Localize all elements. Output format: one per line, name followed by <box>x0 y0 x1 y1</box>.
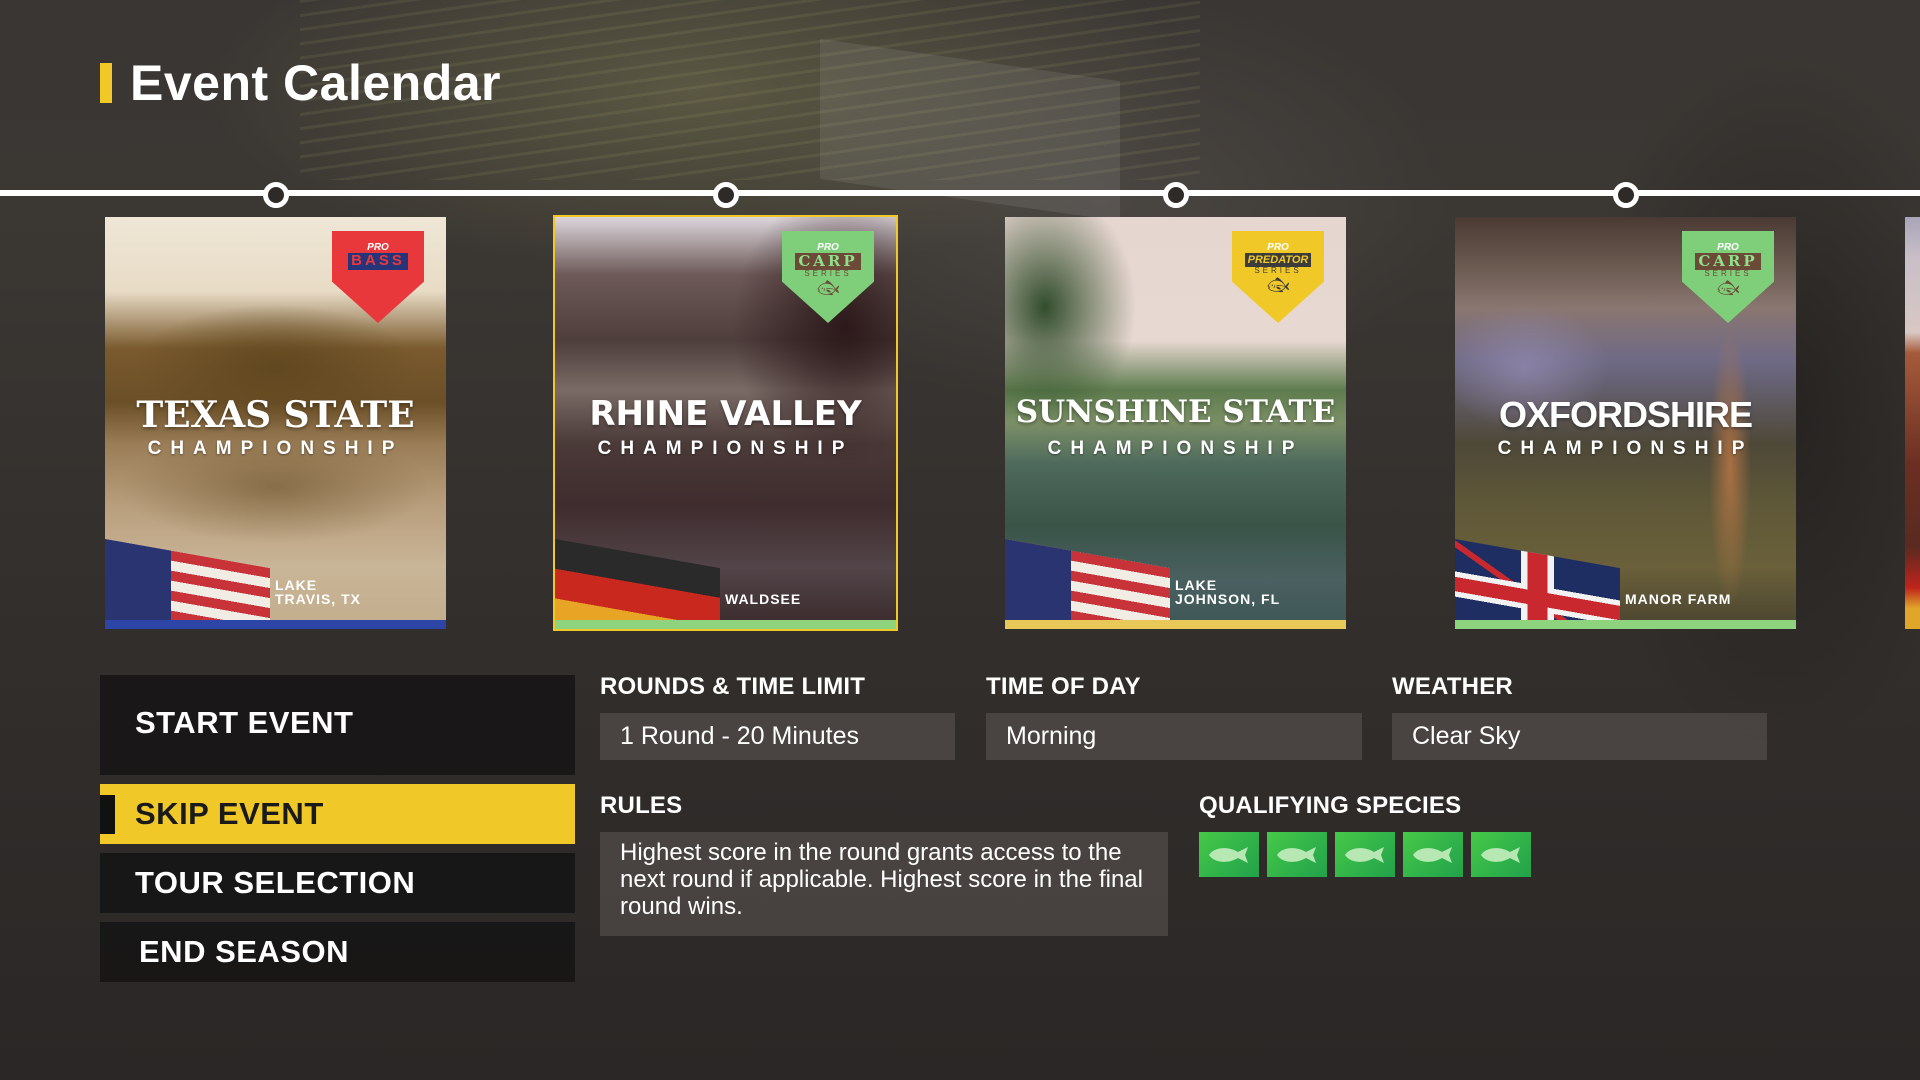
species-tile <box>1267 832 1327 877</box>
page-header: Event Calendar <box>100 58 501 108</box>
weather-label: WEATHER <box>1392 673 1513 700</box>
card-subtitle: CHAMPIONSHIP <box>147 438 404 459</box>
event-card-sunshine-state[interactable]: PRO PREDATOR SERIES 🐟︎ SUNSHINE STATE CH… <box>1005 217 1346 629</box>
time-of-day-value-text: Morning <box>1006 722 1097 750</box>
time-of-day-value: Morning <box>986 713 1362 760</box>
rules-label: RULES <box>600 792 683 819</box>
card-location: LAKE TRAVIS, TX <box>275 576 361 608</box>
event-card-rhine-valley[interactable]: PRO CARP SERIES 🐟︎ RHINE VALLEY CHAMPION… <box>553 215 898 631</box>
timeline-node[interactable] <box>1613 182 1639 208</box>
species-tile <box>1471 832 1531 877</box>
card-title: SUNSHINE STATE <box>1015 394 1336 430</box>
fish-icon <box>1481 846 1520 863</box>
title-accent-bar <box>100 63 112 103</box>
rounds-value: 1 Round - 20 Minutes <box>600 713 955 760</box>
selection-indicator <box>100 795 115 834</box>
logo-series-name: BASS <box>348 252 408 270</box>
start-event-button[interactable]: START EVENT <box>100 675 575 775</box>
timeline-node[interactable] <box>1163 182 1189 208</box>
time-of-day-label: TIME OF DAY <box>986 673 1141 700</box>
logo-series-text: SERIES <box>1254 266 1302 276</box>
logo-series-text: SERIES <box>804 268 852 278</box>
carp-fish-icon: 🐟︎ <box>816 277 840 298</box>
weather-value: Clear Sky <box>1392 713 1767 760</box>
logo-series-name: PREDATOR <box>1244 253 1312 268</box>
predator-fish-icon: 🐟︎ <box>1266 275 1290 296</box>
card-title: OXFORDSHIRE <box>1498 394 1753 435</box>
card-accent-strip <box>1455 620 1796 629</box>
card-subtitle: CHAMPIONSHIP <box>597 438 854 459</box>
timeline-node[interactable] <box>263 182 289 208</box>
skip-event-button[interactable]: SKIP EVENT <box>100 784 575 844</box>
fish-icon <box>1277 846 1316 863</box>
end-season-button[interactable]: END SEASON <box>100 922 575 982</box>
logo-series-name: CARP <box>1695 253 1761 270</box>
card-title: RHINE VALLEY <box>589 394 862 434</box>
event-card-oxfordshire[interactable]: PRO CARP SERIES 🐟︎ OXFORDSHIRE CHAMPIONS… <box>1455 217 1796 629</box>
species-tile <box>1199 832 1259 877</box>
card-location: WALDSEE <box>725 591 802 608</box>
species-tile <box>1335 832 1395 877</box>
start-event-label: START EVENT <box>135 705 354 740</box>
logo-series-text: SERIES <box>1704 268 1752 278</box>
page-title: Event Calendar <box>130 55 502 111</box>
fish-icon <box>1209 846 1248 863</box>
card-location: MANOR FARM <box>1625 591 1732 608</box>
rules-text: Highest score in the round grants access… <box>600 832 1168 936</box>
fish-icon <box>1345 846 1384 863</box>
skip-event-label: SKIP EVENT <box>135 796 324 831</box>
carp-fish-icon: 🐟︎ <box>1716 277 1740 298</box>
tour-selection-button[interactable]: TOUR SELECTION <box>100 853 575 913</box>
card-accent-strip <box>555 620 896 629</box>
card-subtitle: CHAMPIONSHIP <box>1047 438 1304 459</box>
species-tile <box>1403 832 1463 877</box>
weather-value-text: Clear Sky <box>1412 722 1521 750</box>
card-subtitle: CHAMPIONSHIP <box>1497 438 1754 459</box>
logo-pro-text: PRO <box>1267 242 1289 253</box>
card-accent-strip <box>1005 620 1346 629</box>
timeline-node[interactable] <box>713 182 739 208</box>
card-accent-strip <box>105 620 446 629</box>
qualifying-species-list <box>1199 832 1531 877</box>
event-card-texas-state[interactable]: PRO BASS SERIES 🐟︎ TEXAS STATE CHAMPIONS… <box>105 217 446 629</box>
qualifying-species-label: QUALIFYING SPECIES <box>1199 792 1462 819</box>
logo-series-text: SERIES <box>354 268 402 278</box>
rounds-label: ROUNDS & TIME LIMIT <box>600 673 866 700</box>
card-location: LAKE JOHNSON, FL <box>1175 576 1281 608</box>
fish-icon <box>1413 846 1452 863</box>
event-card-partial[interactable] <box>1905 217 1920 629</box>
rounds-value-text: 1 Round - 20 Minutes <box>620 722 860 750</box>
logo-series-name: CARP <box>795 253 861 270</box>
bass-fish-icon: 🐟︎ <box>366 277 390 298</box>
card-title: TEXAS STATE <box>136 394 415 436</box>
end-season-label: END SEASON <box>139 934 349 969</box>
tour-selection-label: TOUR SELECTION <box>135 865 416 900</box>
